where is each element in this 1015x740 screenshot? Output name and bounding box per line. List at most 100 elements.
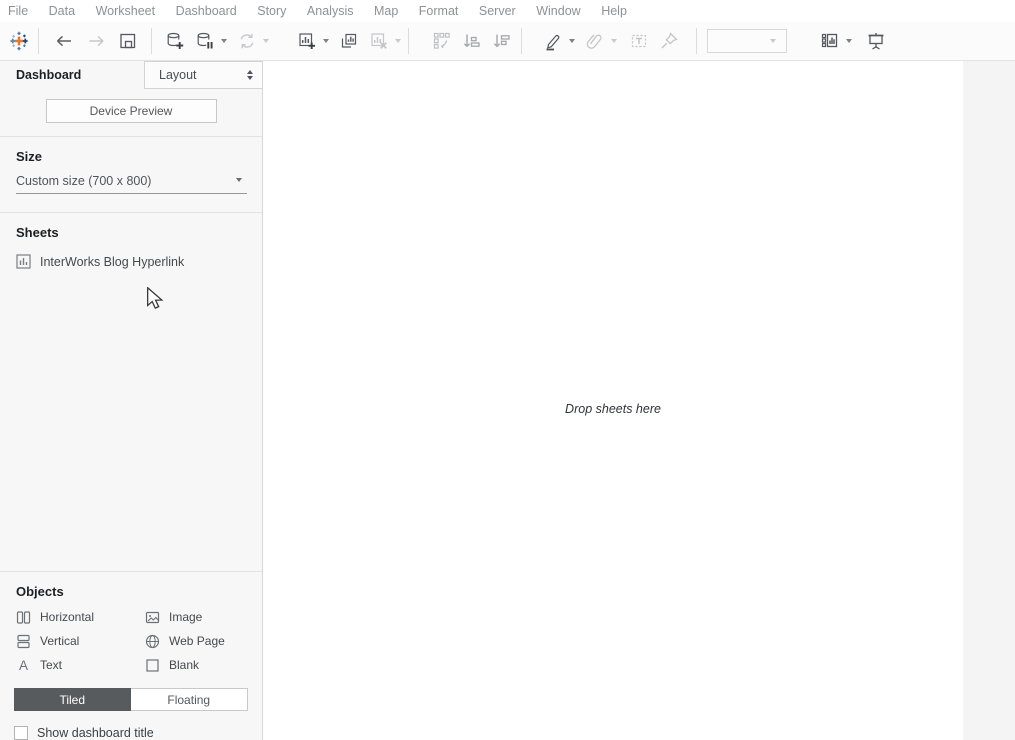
toolbar-separator (408, 28, 409, 54)
floating-label: Floating (167, 693, 210, 707)
show-dashboard-title-checkbox[interactable] (14, 726, 28, 740)
object-webpage[interactable]: Web Page (145, 633, 246, 649)
fix-axes-button[interactable] (656, 26, 682, 56)
sheet-item-label: InterWorks Blog Hyperlink (40, 255, 184, 269)
pause-auto-updates-button[interactable] (192, 26, 218, 56)
tableau-logo-button[interactable] (6, 26, 32, 56)
menu-story[interactable]: Story (247, 4, 297, 18)
sort-descending-button[interactable] (489, 26, 515, 56)
group-members-caret[interactable] (611, 39, 617, 43)
tiled-button[interactable]: Tiled (14, 688, 131, 711)
group-members-button[interactable] (582, 26, 608, 56)
menu-map[interactable]: Map (364, 4, 409, 18)
object-vertical[interactable]: Vertical (16, 633, 145, 649)
menu-dashboard[interactable]: Dashboard (166, 4, 248, 18)
drop-sheets-hint: Drop sheets here (263, 402, 963, 416)
sheet-list-item[interactable]: InterWorks Blog Hyperlink (16, 254, 246, 269)
menu-server[interactable]: Server (469, 4, 526, 18)
duplicate-sheet-icon (338, 30, 360, 52)
clear-sheet-caret[interactable] (395, 39, 401, 43)
pane-tabs: Dashboard Layout (0, 61, 262, 89)
highlight-caret[interactable] (569, 39, 575, 43)
menu-format[interactable]: Format (409, 4, 469, 18)
object-label: Horizontal (40, 610, 94, 624)
object-label: Image (169, 610, 202, 624)
dashboard-pane: Dashboard Layout Device Preview Size Cus… (0, 61, 263, 740)
mouse-cursor (146, 287, 164, 309)
object-label: Blank (169, 658, 199, 672)
highlight-button[interactable] (540, 26, 566, 56)
objects-heading: Objects (16, 584, 246, 599)
undo-button[interactable] (51, 26, 77, 56)
highlight-icon (542, 30, 564, 52)
objects-section: Objects Horizontal Image (0, 572, 262, 675)
image-icon (145, 610, 160, 625)
dashboard-canvas[interactable]: Drop sheets here (263, 61, 963, 740)
presentation-mode-button[interactable] (863, 26, 889, 56)
canvas-gutter (963, 61, 1015, 740)
show-mark-labels-icon (628, 30, 650, 52)
redo-button[interactable] (83, 26, 109, 56)
menu-analysis[interactable]: Analysis (297, 4, 364, 18)
tableau-logo-icon (8, 30, 30, 52)
menu-help[interactable]: Help (591, 4, 637, 18)
new-worksheet-icon (296, 30, 318, 52)
vertical-icon (16, 634, 31, 649)
object-blank[interactable]: Blank (145, 657, 246, 673)
show-hide-cards-button[interactable] (817, 26, 843, 56)
sort-ascending-icon (461, 30, 483, 52)
size-dropdown-value: Custom size (700 x 800) (16, 174, 151, 188)
fix-axes-icon (658, 30, 680, 52)
pause-auto-updates-icon (194, 30, 216, 52)
tab-switch-icon (247, 70, 253, 80)
object-horizontal[interactable]: Horizontal (16, 609, 145, 625)
sheets-heading: Sheets (16, 225, 246, 240)
tab-layout[interactable]: Layout (144, 61, 262, 89)
pause-auto-updates-caret[interactable] (221, 39, 227, 43)
run-update-caret[interactable] (263, 39, 269, 43)
menu-data[interactable]: Data (39, 4, 86, 18)
device-preview-button[interactable]: Device Preview (46, 99, 217, 123)
menu-worksheet[interactable]: Worksheet (86, 4, 166, 18)
toolbar (0, 22, 1015, 61)
layout-mode-buttons: Tiled Floating (14, 688, 248, 711)
worksheet-icon (16, 254, 31, 269)
object-image[interactable]: Image (145, 609, 246, 625)
show-dashboard-title-label: Show dashboard title (37, 726, 154, 740)
size-dropdown[interactable]: Custom size (700 x 800) (16, 174, 247, 194)
show-hide-cards-icon (819, 30, 841, 52)
save-button[interactable] (115, 26, 141, 56)
size-heading: Size (16, 149, 246, 164)
show-hide-cards-caret[interactable] (846, 39, 852, 43)
fit-selector[interactable] (707, 29, 787, 53)
tab-dashboard[interactable]: Dashboard (16, 68, 81, 82)
sheets-section: Sheets InterWorks Blog Hyperlink (0, 213, 262, 287)
toolbar-separator (521, 28, 522, 54)
horizontal-icon (16, 610, 31, 625)
group-members-icon (584, 30, 606, 52)
object-text[interactable]: A Text (16, 657, 145, 673)
menu-file[interactable]: File (8, 4, 39, 18)
clear-sheet-button[interactable] (366, 26, 392, 56)
duplicate-sheet-button[interactable] (336, 26, 362, 56)
presentation-mode-icon (865, 30, 887, 52)
panel-spacer (0, 287, 262, 571)
floating-button[interactable]: Floating (131, 688, 249, 711)
toolbar-separator (38, 28, 39, 54)
show-dashboard-title-row: Show dashboard title (14, 726, 248, 740)
tiled-label: Tiled (59, 693, 85, 707)
swap-rows-columns-button[interactable] (429, 26, 455, 56)
show-mark-labels-button[interactable] (626, 26, 652, 56)
sort-descending-icon (491, 30, 513, 52)
blank-icon (145, 658, 160, 673)
new-worksheet-caret[interactable] (323, 39, 329, 43)
menu-window[interactable]: Window (526, 4, 591, 18)
size-section: Size Custom size (700 x 800) (0, 137, 262, 212)
new-worksheet-button[interactable] (294, 26, 320, 56)
fit-selector-caret (770, 39, 776, 43)
size-dropdown-caret (236, 178, 242, 182)
new-data-source-button[interactable] (162, 26, 188, 56)
sort-ascending-button[interactable] (459, 26, 485, 56)
run-update-button[interactable] (234, 26, 260, 56)
new-data-source-icon (164, 30, 186, 52)
